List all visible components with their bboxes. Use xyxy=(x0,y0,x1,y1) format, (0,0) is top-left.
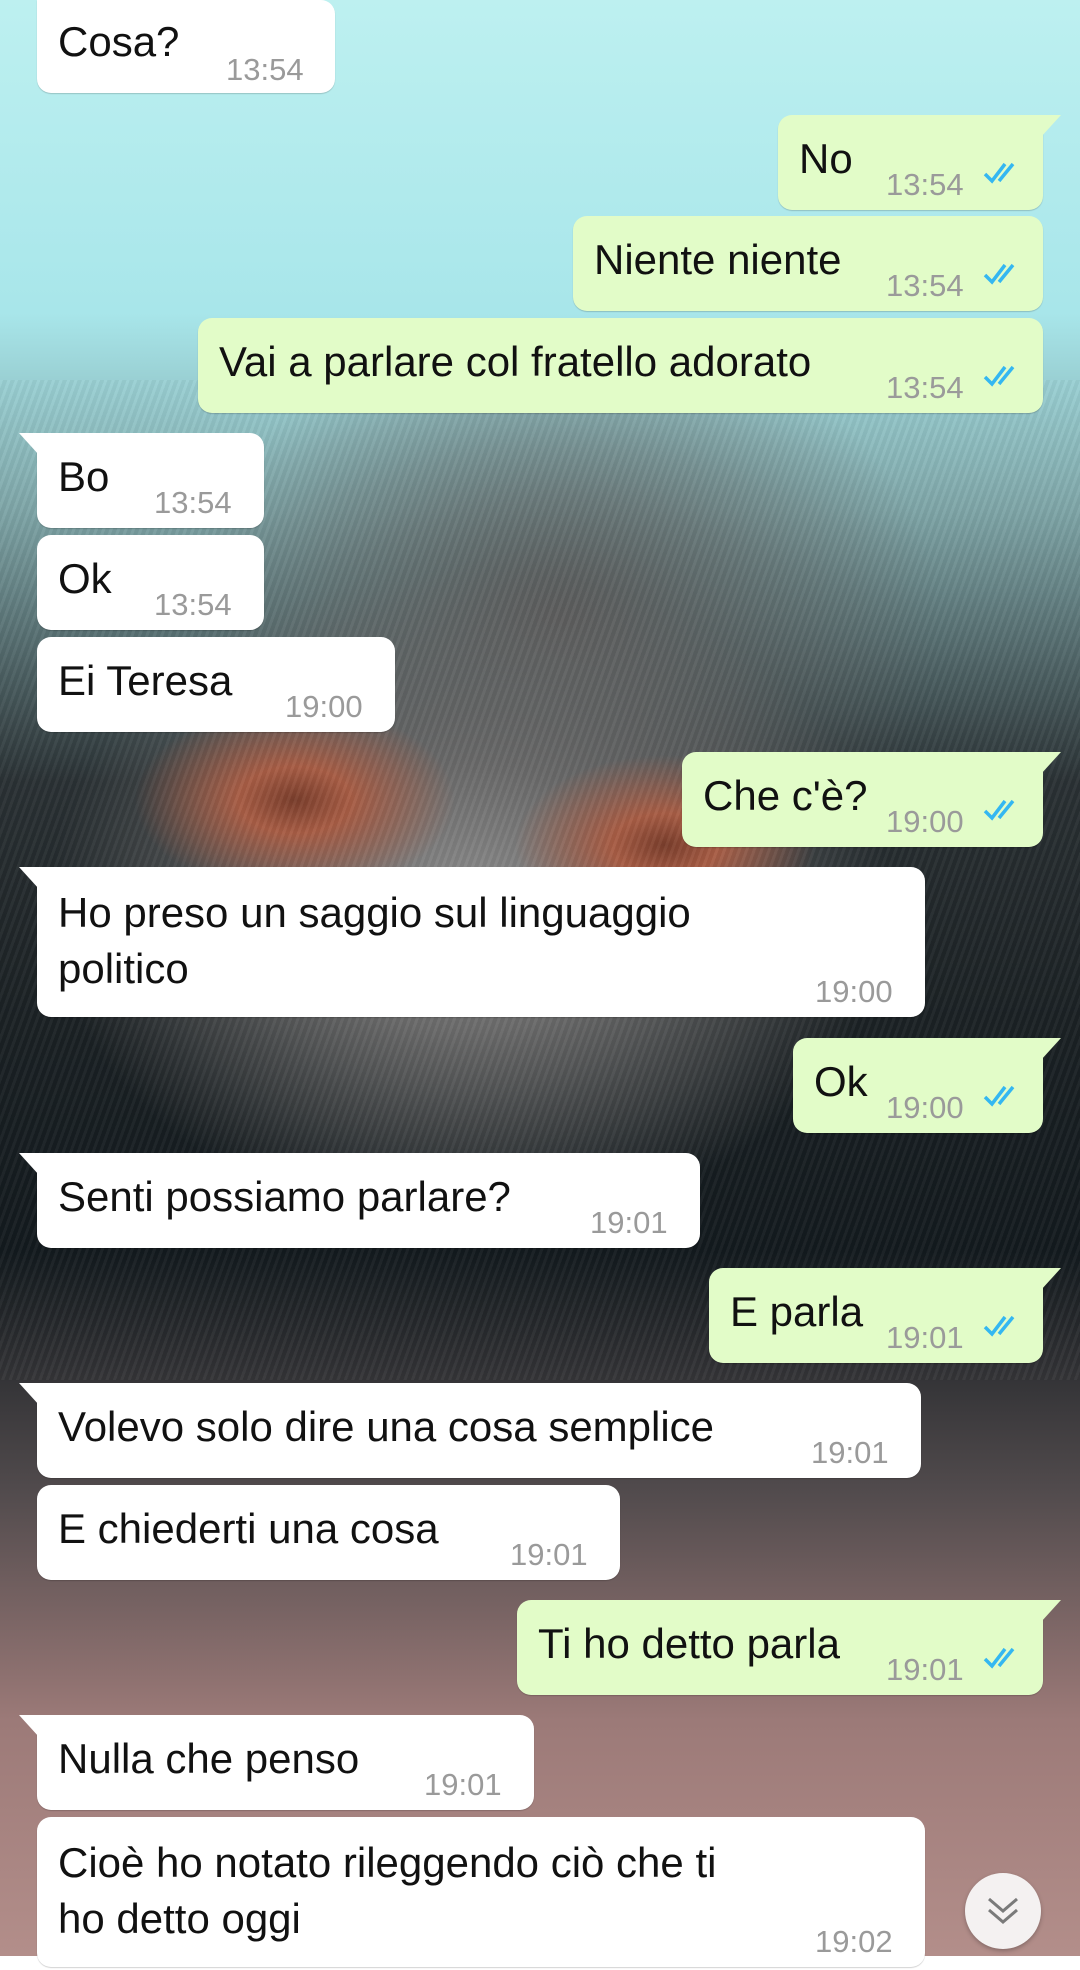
double-check-icon xyxy=(983,162,1015,184)
outgoing-message[interactable]: Vai a parlare col fratello adorato 13:54 xyxy=(198,318,1043,413)
outgoing-message[interactable]: Ti ho detto parla 19:01 xyxy=(517,1600,1061,1695)
outgoing-message[interactable]: Niente niente 13:54 xyxy=(573,216,1043,311)
message-time: 19:01 xyxy=(424,1767,502,1802)
message-text: Ei Teresa xyxy=(58,657,233,704)
message-text: Cosa? xyxy=(58,18,180,65)
message-text: Che c'è? xyxy=(703,772,868,819)
message-time: 13:54 xyxy=(886,370,964,405)
message-time: 13:54 xyxy=(886,167,964,202)
scroll-to-bottom-button[interactable] xyxy=(965,1873,1041,1949)
message-text: Ho preso un saggio sul linguaggio politi… xyxy=(58,889,691,992)
incoming-message[interactable]: Cosa? 13:54 xyxy=(37,0,335,93)
message-text: No xyxy=(799,135,853,182)
incoming-message[interactable]: Ok 13:54 xyxy=(37,535,264,630)
outgoing-message[interactable]: Che c'è? 19:00 xyxy=(682,752,1061,847)
incoming-message[interactable]: Bo 13:54 xyxy=(19,433,264,528)
message-text: Vai a parlare col fratello adorato xyxy=(219,338,812,385)
double-check-icon xyxy=(983,263,1015,285)
outgoing-message[interactable]: No 13:54 xyxy=(778,115,1061,210)
message-time: 19:00 xyxy=(815,974,893,1009)
message-time: 19:00 xyxy=(285,689,363,724)
message-text: Ok xyxy=(814,1058,868,1105)
message-time: 19:00 xyxy=(886,804,964,839)
message-time: 19:01 xyxy=(886,1652,964,1687)
message-time: 19:01 xyxy=(590,1205,668,1240)
incoming-message[interactable]: Ho preso un saggio sul linguaggio politi… xyxy=(19,867,925,1017)
double-chevron-down-icon xyxy=(988,1897,1018,1924)
incoming-message[interactable]: Volevo solo dire una cosa semplice 19:01 xyxy=(19,1383,921,1478)
double-check-icon xyxy=(983,1647,1015,1669)
double-check-icon xyxy=(983,365,1015,387)
double-check-icon xyxy=(983,1315,1015,1337)
message-text: Bo xyxy=(58,453,110,500)
message-text: E chiederti una cosa xyxy=(58,1505,439,1552)
message-time: 19:01 xyxy=(510,1537,588,1572)
message-text: Niente niente xyxy=(594,236,842,283)
message-text: Ok xyxy=(58,555,112,602)
double-check-icon xyxy=(983,1085,1015,1107)
message-time: 19:02 xyxy=(815,1924,893,1959)
message-time: 13:54 xyxy=(154,587,232,622)
incoming-message[interactable]: E chiederti una cosa 19:01 xyxy=(37,1485,620,1580)
message-text: Cioè ho notato rileggendo ciò che ti ho … xyxy=(58,1839,717,1942)
message-time: 13:54 xyxy=(226,52,304,87)
message-time: 19:01 xyxy=(811,1435,889,1470)
incoming-message[interactable]: Cioè ho notato rileggendo ciò che ti ho … xyxy=(37,1817,925,1967)
incoming-message[interactable]: Nulla che penso 19:01 xyxy=(19,1715,534,1810)
incoming-message[interactable]: Senti possiamo parlare? 19:01 xyxy=(19,1153,700,1248)
message-text: E parla xyxy=(730,1288,864,1335)
outgoing-message[interactable]: Ok 19:00 xyxy=(793,1038,1061,1133)
message-text: Senti possiamo parlare? xyxy=(58,1173,511,1220)
message-text: Nulla che penso xyxy=(58,1735,360,1782)
message-text: Volevo solo dire una cosa semplice xyxy=(58,1403,715,1450)
incoming-message[interactable]: Ei Teresa 19:00 xyxy=(37,637,395,732)
double-check-icon xyxy=(983,799,1015,821)
message-time: 13:54 xyxy=(154,485,232,520)
message-time: 13:54 xyxy=(886,268,964,303)
outgoing-message[interactable]: E parla 19:01 xyxy=(709,1268,1061,1363)
message-text: Ti ho detto parla xyxy=(538,1620,840,1667)
message-time: 19:00 xyxy=(886,1090,964,1125)
message-time: 19:01 xyxy=(886,1320,964,1355)
